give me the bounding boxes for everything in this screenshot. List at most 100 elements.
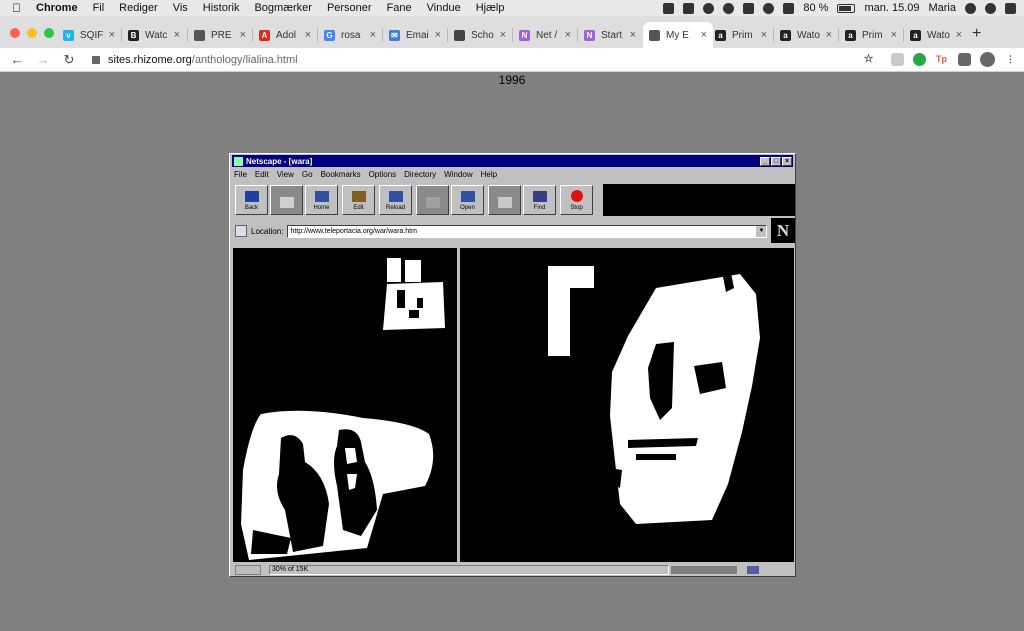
site-info-icon[interactable] <box>92 55 100 64</box>
ns-button-label: Back <box>244 205 259 211</box>
tab-9[interactable]: My E × <box>643 22 713 48</box>
reload-icon[interactable]: ↻ <box>60 52 78 68</box>
tab-title: SQIF <box>80 29 104 41</box>
ns-button-back[interactable]: Back <box>235 185 268 215</box>
ns-button-stop[interactable]: Stop <box>560 185 593 215</box>
chrome-menu-icon[interactable]: ⋮ <box>1004 53 1017 66</box>
location-input[interactable]: http://www.teleportacia.org/war/wara.htm… <box>287 224 768 238</box>
menu-personer[interactable]: Personer <box>327 2 372 14</box>
cloud-icon[interactable] <box>703 2 715 14</box>
time-machine-icon[interactable] <box>723 2 735 14</box>
notification-center-icon[interactable] <box>1005 2 1016 14</box>
menu-vis[interactable]: Vis <box>173 2 188 14</box>
tab-5[interactable]: ✉ Emai × <box>383 22 447 48</box>
wifi-icon[interactable] <box>763 2 775 14</box>
tab-2[interactable]: PRE × <box>188 22 252 48</box>
tab-close-icon[interactable]: × <box>370 29 376 41</box>
bookmark-star-icon[interactable]: ☆ <box>862 53 875 66</box>
tab-close-icon[interactable]: × <box>109 29 115 41</box>
bookmark-quickfile-icon[interactable] <box>235 225 247 237</box>
netscape-title-bar: Netscape - [wara] _ □ × <box>232 155 793 167</box>
ns-button-disabled-5[interactable] <box>416 185 449 215</box>
menu-vindue[interactable]: Vindue <box>427 2 461 14</box>
ns-close-icon[interactable]: × <box>782 156 792 166</box>
ns-button-open[interactable]: Open <box>451 185 484 215</box>
extension-one-icon[interactable] <box>891 53 904 66</box>
menu-bogmaerker[interactable]: Bogmærker <box>254 2 311 14</box>
spotlight-icon[interactable] <box>965 2 976 14</box>
tab-close-icon[interactable]: × <box>701 29 707 41</box>
extension-icon[interactable] <box>663 2 675 14</box>
tab-13[interactable]: a Wato × <box>904 22 968 48</box>
tab-1[interactable]: B Watc × <box>122 22 186 48</box>
forward-arrow-icon[interactable]: → <box>34 52 52 67</box>
siri-icon[interactable] <box>985 2 996 14</box>
ns-menu-help[interactable]: Help <box>481 170 497 182</box>
airplay-icon[interactable] <box>743 2 755 14</box>
grammar-check-icon[interactable] <box>913 53 926 66</box>
evernote-icon[interactable] <box>683 2 695 14</box>
tab-11[interactable]: a Wato × <box>774 22 838 48</box>
ns-menu-view[interactable]: View <box>277 170 294 182</box>
user-name[interactable]: Maria <box>928 2 956 14</box>
menu-rediger[interactable]: Rediger <box>119 2 158 14</box>
ns-menu-directory[interactable]: Directory <box>404 170 436 182</box>
clock[interactable]: man. 15.09 <box>864 2 919 14</box>
tab-4[interactable]: Grosa × <box>318 22 382 48</box>
tp-extension-icon[interactable]: Tp <box>935 53 948 66</box>
back-arrow-icon[interactable]: ← <box>8 52 26 67</box>
tab-close-icon[interactable]: × <box>630 29 636 41</box>
tab-close-icon[interactable]: × <box>435 29 441 41</box>
tab-0[interactable]: v SQIF × <box>57 22 121 48</box>
close-window-button[interactable] <box>10 28 20 38</box>
ns-button-label: Stop <box>570 205 583 211</box>
ns-button-disabled-7[interactable] <box>488 185 521 215</box>
battery-percent[interactable]: 80 % <box>803 2 828 14</box>
ns-button-find[interactable]: Find <box>523 185 556 215</box>
tab-6[interactable]: Scho × <box>448 22 512 48</box>
menu-historik[interactable]: Historik <box>203 2 240 14</box>
ns-menu-options[interactable]: Options <box>369 170 397 182</box>
tab-7[interactable]: N Net / × <box>513 22 577 48</box>
ns-minimize-icon[interactable]: _ <box>760 156 770 166</box>
netscape-menu: File Edit View Go Bookmarks Options Dire… <box>234 170 505 182</box>
ns-button-disabled-1[interactable] <box>270 185 303 215</box>
bluetooth-icon[interactable] <box>783 2 795 14</box>
tab-3[interactable]: A Adol × <box>253 22 317 48</box>
tab-close-icon[interactable]: × <box>500 29 506 41</box>
ns-menu-go[interactable]: Go <box>302 170 313 182</box>
tab-close-icon[interactable]: × <box>891 29 897 41</box>
zoom-window-button[interactable] <box>44 28 54 38</box>
tab-8[interactable]: N Start × <box>578 22 642 48</box>
mail-icon[interactable] <box>747 566 759 574</box>
address-bar[interactable]: sites.rhizome.org/anthology/lialina.html <box>92 54 298 66</box>
ns-button-edit[interactable]: Edit <box>342 185 375 215</box>
ns-button-reload[interactable]: Reload <box>379 185 412 215</box>
apple-icon[interactable]:  <box>12 0 26 16</box>
tab-close-icon[interactable]: × <box>956 29 962 41</box>
location-dropdown-icon[interactable]: ▼ <box>756 225 767 237</box>
tab-close-icon[interactable]: × <box>826 29 832 41</box>
menu-app-name[interactable]: Chrome <box>36 2 78 14</box>
minimize-window-button[interactable] <box>27 28 37 38</box>
new-tab-plus-icon[interactable]: + <box>972 25 981 43</box>
extensions-puzzle-icon[interactable] <box>958 53 971 66</box>
tab-close-icon[interactable]: × <box>565 29 571 41</box>
tab-close-icon[interactable]: × <box>240 29 246 41</box>
ns-menu-file[interactable]: File <box>234 170 247 182</box>
ns-menu-window[interactable]: Window <box>444 170 472 182</box>
tab-close-icon[interactable]: × <box>305 29 311 41</box>
tab-12[interactable]: a Prim × <box>839 22 903 48</box>
tab-close-icon[interactable]: × <box>761 29 767 41</box>
ns-menu-bookmarks[interactable]: Bookmarks <box>321 170 361 182</box>
tab-10[interactable]: a Prim × <box>709 22 773 48</box>
ns-menu-edit[interactable]: Edit <box>255 170 269 182</box>
ns-button-home[interactable]: Home <box>305 185 338 215</box>
menu-fane[interactable]: Fane <box>387 2 412 14</box>
battery-icon[interactable] <box>837 3 856 13</box>
tab-close-icon[interactable]: × <box>174 29 180 41</box>
menu-hjaelp[interactable]: Hjælp <box>476 2 505 14</box>
profile-avatar[interactable] <box>980 52 995 67</box>
menu-fil[interactable]: Fil <box>93 2 105 14</box>
ns-maximize-icon[interactable]: □ <box>771 156 781 166</box>
